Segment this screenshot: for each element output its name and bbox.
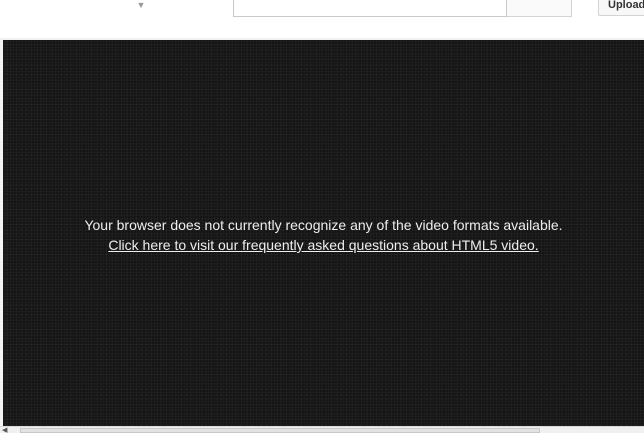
masthead: ▼ Upload (0, 0, 644, 39)
page: ▼ Upload Your browser does not currently… (0, 0, 644, 433)
video-player[interactable]: Your browser does not currently recogniz… (3, 40, 644, 426)
search-input[interactable] (233, 0, 507, 17)
scroll-left-arrow-icon[interactable]: ◀ (2, 427, 12, 433)
player-error-message: Your browser does not currently recogniz… (3, 215, 644, 255)
search-button[interactable] (507, 0, 572, 17)
upload-button[interactable]: Upload (598, 0, 644, 16)
html5-faq-link[interactable]: Click here to visit our frequently asked… (108, 235, 538, 255)
scrollbar-thumb[interactable] (20, 428, 540, 433)
unsupported-format-text: Your browser does not currently recogniz… (84, 217, 563, 233)
chevron-down-icon[interactable]: ▼ (136, 1, 146, 10)
horizontal-scrollbar[interactable]: ◀ (0, 426, 644, 433)
